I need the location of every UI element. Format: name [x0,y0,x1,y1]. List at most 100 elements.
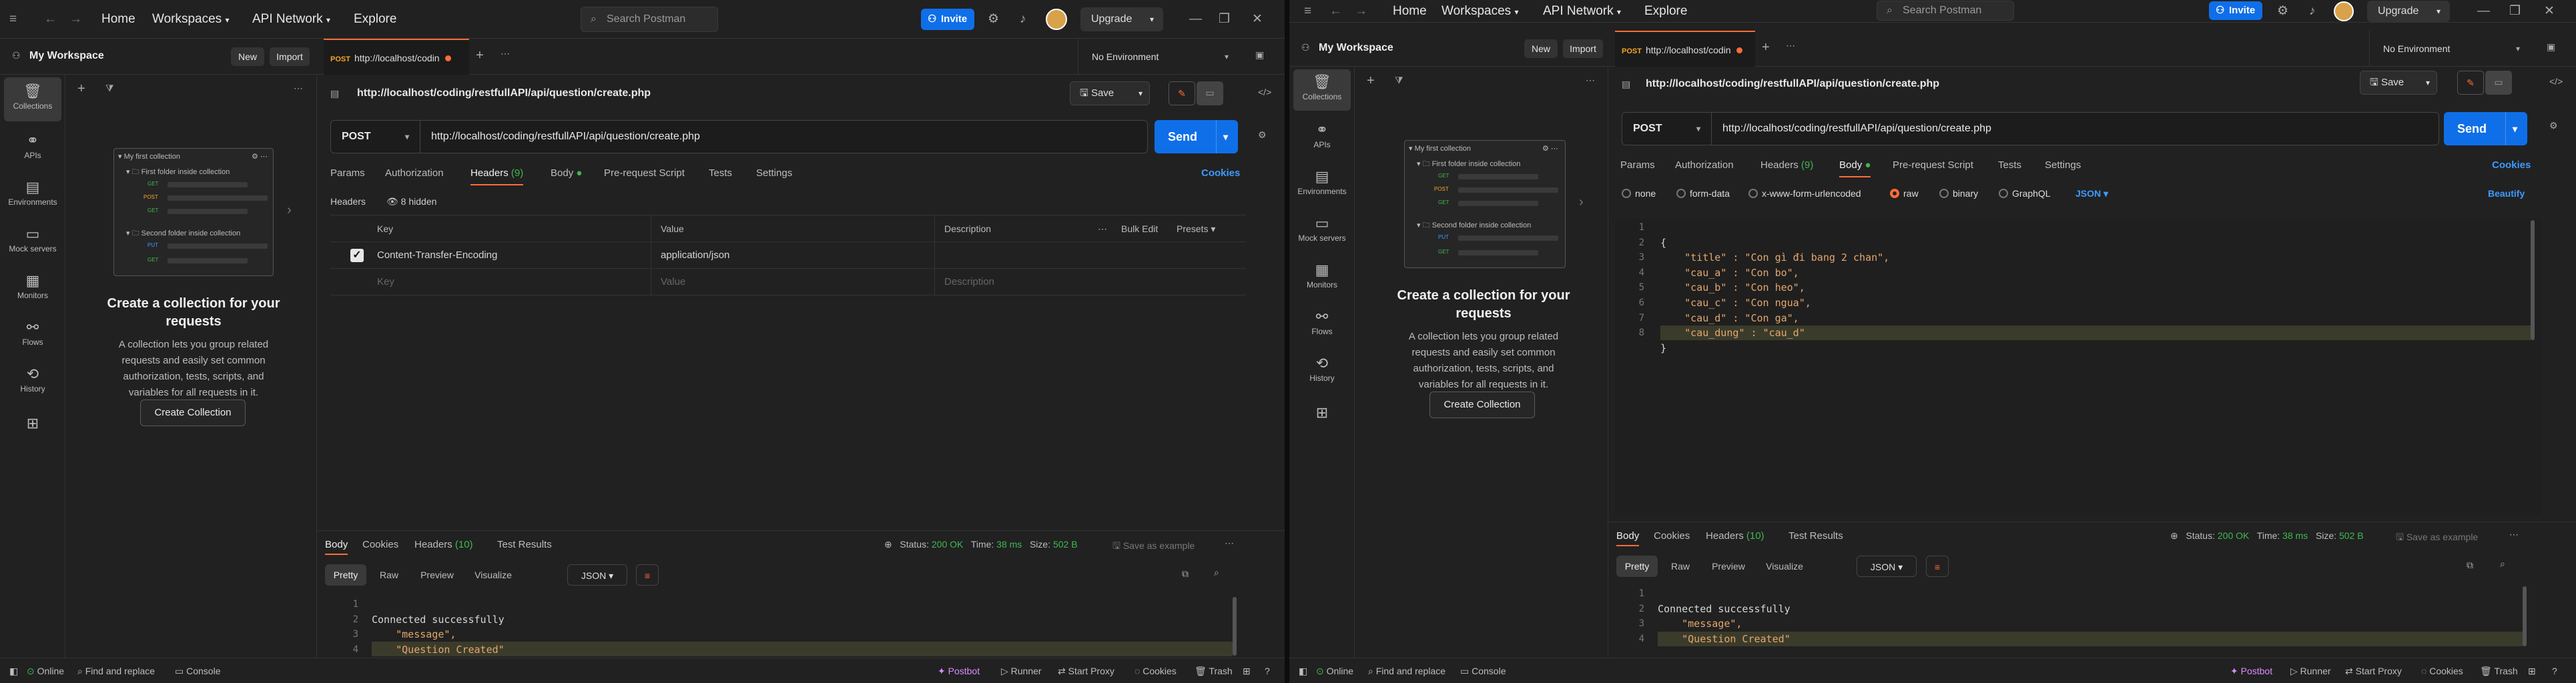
header-value[interactable]: application/json [661,242,729,269]
sidebar-item-mock-servers[interactable]: ▭ Mock servers [4,220,61,261]
description-input[interactable]: Description [944,269,994,295]
tab-authorization[interactable]: Authorization [385,163,444,184]
code-icon[interactable]: </> [2549,76,2563,87]
sidebar-item-collections[interactable]: 🗑 Collections [4,77,61,121]
tab-params[interactable]: Params [1620,155,1655,176]
body-none-radio[interactable]: none [1622,188,1656,199]
nav-api-network[interactable]: API Network ▾ [252,0,330,39]
add-collection-icon[interactable]: + [77,81,85,97]
environment-quicklook-icon[interactable]: ▣ [1255,49,1264,61]
add-collection-icon[interactable]: + [1367,73,1375,89]
send-button[interactable]: Send ▾ [1155,120,1238,153]
response-format-select[interactable]: JSON ▾ [567,564,627,586]
wrap-lines-icon[interactable]: ≡ [636,564,659,586]
filter-icon[interactable]: ⧩ [105,83,114,94]
search-icon[interactable]: ⌕ [1214,567,1219,578]
back-icon[interactable]: ← [44,0,57,39]
sidebar-toggle-icon[interactable]: ◧ [1299,658,1307,683]
tab-pre-request-script[interactable]: Pre-request Script [604,163,685,184]
cookies-link[interactable]: Cookies [1201,163,1240,184]
sidebar-item-monitors[interactable]: ▦ Monitors [4,267,61,308]
body-graphql-radio[interactable]: GraphQL [1999,188,2051,199]
postbot-button[interactable]: ✦ Postbot [938,658,980,683]
layout-icon[interactable]: ⊞ [2528,658,2536,683]
view-preview[interactable]: Preview [1703,556,1754,577]
more-options-icon[interactable]: ⋯ [1586,75,1595,86]
new-button[interactable]: New [1524,39,1558,58]
runner-button[interactable]: ▷ Runner [2290,658,2331,683]
new-tab-icon[interactable]: + [1762,40,1770,55]
nav-explore[interactable]: Explore [354,0,396,39]
save-as-example-button[interactable]: 🖫 Save as example [2396,530,2478,546]
sidebar-item-collections[interactable]: 🗑 Collections [1293,69,1351,111]
url-input[interactable]: http://localhost/coding/restfullAPI/api/… [1722,113,1991,145]
nav-explore[interactable]: Explore [1644,0,1687,23]
chevron-down-icon[interactable]: ▾ [1216,120,1228,153]
nav-api-network[interactable]: API Network ▾ [1543,0,1621,23]
tab-test-results[interactable]: Test Results [1789,528,1843,545]
header-enabled-checkbox[interactable]: ✓ [350,249,364,262]
create-collection-button[interactable]: Create Collection [140,400,246,426]
create-collection-button[interactable]: Create Collection [1429,392,1535,418]
nav-home[interactable]: Home [1393,0,1427,23]
new-button[interactable]: New [231,47,264,66]
sidebar-item-configure[interactable]: ⊞ [1293,403,1351,430]
chevron-right-icon[interactable]: › [287,203,292,218]
cookie-icon[interactable]: ⚙ [1258,129,1267,141]
more-tabs-icon[interactable]: ⋯ [1786,40,1795,51]
online-status[interactable]: ⊙ Online [1316,658,1353,683]
view-visualize[interactable]: Visualize [465,564,521,586]
tab-tests[interactable]: Tests [1998,155,2021,176]
sidebar-item-history[interactable]: ⟲ History [4,360,61,402]
workspace-name[interactable]: My Workspace [1319,42,1393,54]
tab-tests[interactable]: Tests [709,163,732,184]
save-button[interactable]: 🖫 Save ▾ [2360,71,2437,95]
tab-headers[interactable]: Headers (9) [1760,155,1813,176]
new-tab-icon[interactable]: + [476,48,484,63]
help-icon[interactable]: ? [1265,658,1270,683]
method-select[interactable]: POST ▾ [331,121,420,153]
avatar[interactable] [1046,9,1067,30]
body-editor[interactable]: 1 2 3 4 5 6 7 8 { "title" : "Con gì đi b… [1615,219,2541,515]
sidebar-item-history[interactable]: ⟲ History [1293,350,1351,391]
postbot-button[interactable]: ✦ Postbot [2230,658,2272,683]
tab-body[interactable]: Body ● [1839,155,1871,177]
save-as-example-button[interactable]: 🖫 Save as example [1112,539,1195,555]
upgrade-button[interactable]: Upgrade ▾ [2367,1,2450,22]
upgrade-button[interactable]: Upgrade ▾ [1080,7,1163,31]
body-urlencoded-radio[interactable]: x-www-form-urlencoded [1748,188,1861,199]
tab-test-results[interactable]: Test Results [497,536,552,554]
filter-icon[interactable]: ⧩ [1395,75,1403,86]
more-options-icon[interactable]: ⋯ [294,83,303,94]
sidebar-item-mock-servers[interactable]: ▭ Mock servers [1293,209,1351,251]
header-key[interactable]: Content-Transfer-Encoding [377,242,497,269]
back-icon[interactable]: ← [1329,0,1342,23]
close-icon[interactable]: ✕ [1252,0,1263,39]
sidebar-item-environments[interactable]: ▤ Environments [1293,163,1351,204]
start-proxy-button[interactable]: ⇄ Start Proxy [1058,658,1114,683]
view-raw[interactable]: Raw [370,564,408,586]
method-select[interactable]: POST ▾ [1622,113,1712,145]
environment-quicklook-icon[interactable]: ▣ [2547,41,2555,53]
forward-icon[interactable]: → [1355,0,1367,23]
tab-response-body[interactable]: Body [325,536,348,555]
more-options-icon[interactable]: ⋯ [2509,529,2519,540]
more-tabs-icon[interactable]: ⋯ [501,48,510,59]
more-options-icon[interactable]: ⋯ [1098,215,1107,242]
request-tab[interactable]: POST http://localhost/codin [324,39,469,75]
sidebar-item-monitors[interactable]: ▦ Monitors [1293,256,1351,297]
hidden-headers-toggle[interactable]: 👁 8 hidden [386,196,436,207]
body-format-select[interactable]: JSON ▾ [2075,188,2108,199]
sidebar-item-flows[interactable]: ⚯ Flows [1293,303,1351,344]
find-replace-button[interactable]: ⌕ Find and replace [77,658,155,683]
find-replace-button[interactable]: ⌕ Find and replace [1368,658,1445,683]
search-input[interactable]: ⌕ Search Postman [581,7,718,32]
request-title[interactable]: http://localhost/coding/restfullAPI/api/… [1646,78,1939,90]
settings-icon[interactable]: ⚙ [2277,0,2288,23]
sidebar-item-apis[interactable]: ⚭ APIs [1293,116,1351,157]
bell-icon[interactable]: ♪ [2309,0,2316,23]
tab-settings[interactable]: Settings [756,163,792,184]
more-options-icon[interactable]: ⋯ [1225,538,1234,549]
trash-button[interactable]: 🗑 Trash [1195,658,1233,683]
tab-response-headers[interactable]: Headers (10) [414,536,473,554]
